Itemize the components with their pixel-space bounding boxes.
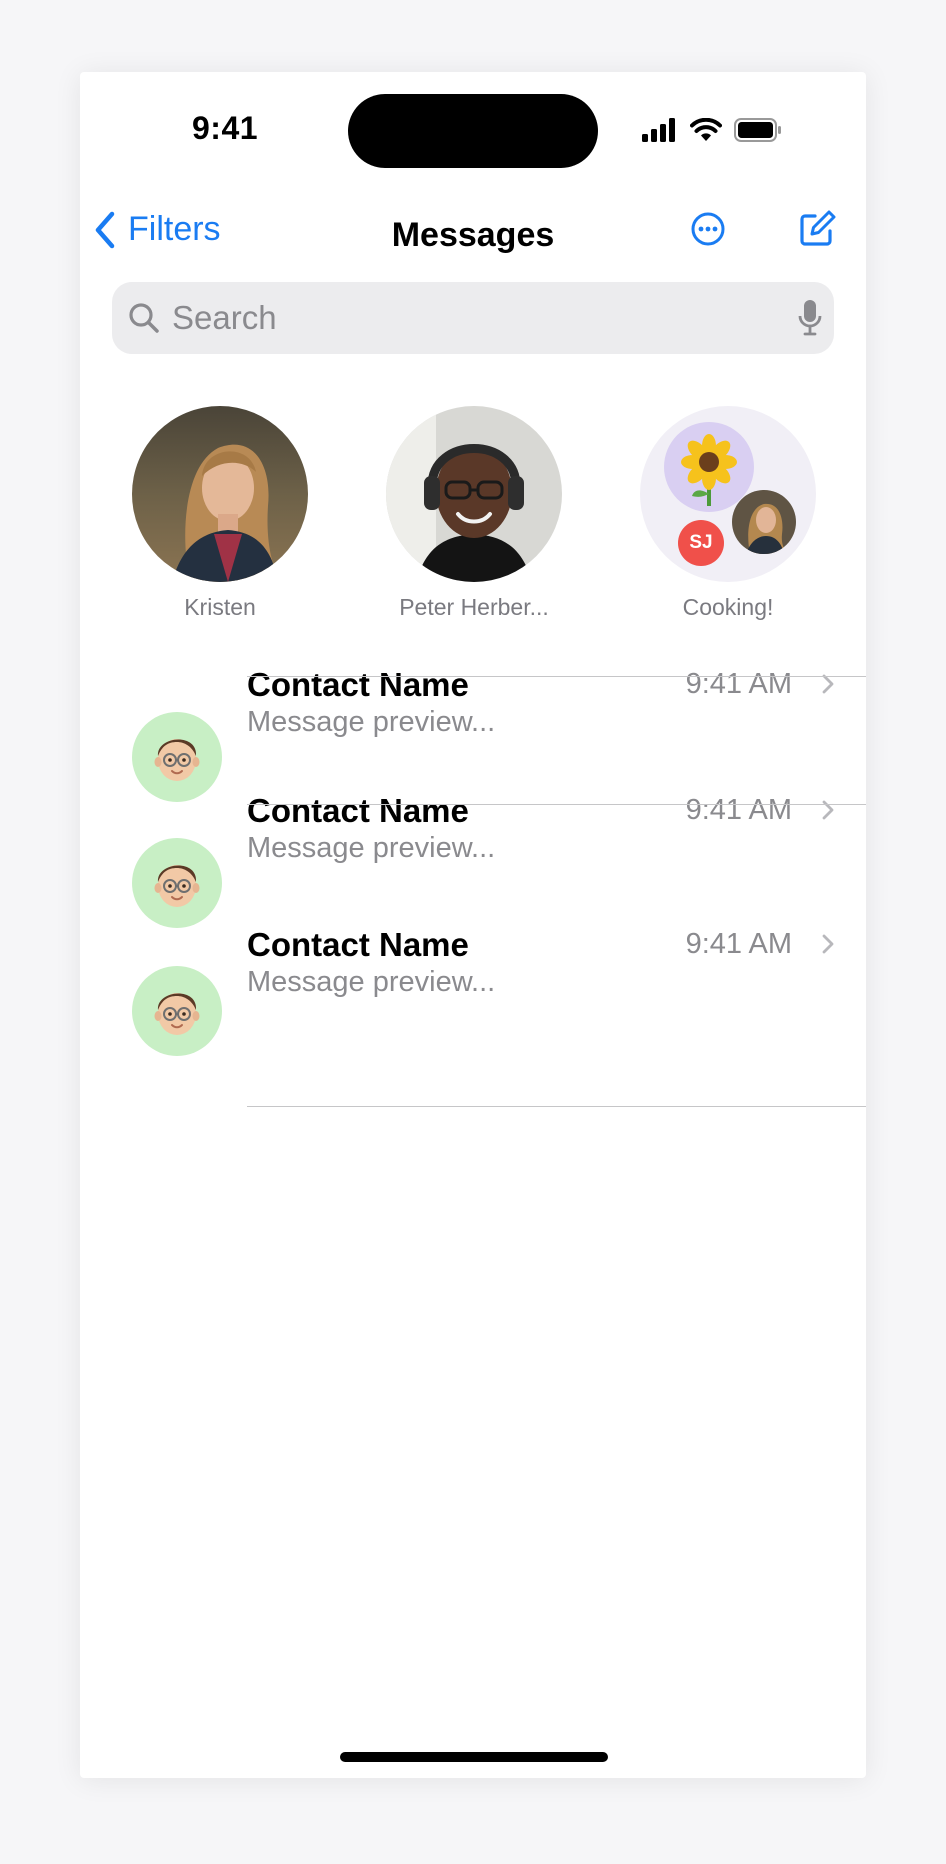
ellipsis-circle-icon: [691, 212, 725, 246]
signal-icon: [642, 118, 675, 142]
phone-screen: 9:41 Filters Messages Search Kristen Pet…: [80, 72, 866, 1778]
search-bar: [112, 282, 834, 354]
kristen-photo: [132, 406, 308, 582]
contact-avatar: [132, 712, 222, 802]
search-input[interactable]: [170, 298, 754, 338]
chevron-right-icon: [822, 800, 834, 820]
contact-avatar: [132, 966, 222, 1056]
home-indicator[interactable]: [340, 1752, 608, 1762]
pinned-name: Cooking!: [682, 594, 774, 620]
pinned-name: Kristen: [184, 594, 256, 620]
more-options-button[interactable]: [691, 212, 725, 251]
status-icons: [642, 116, 782, 144]
avatar: [386, 406, 562, 582]
member-initials-badge: SJ: [678, 520, 724, 566]
pinned-name: Peter Herber...: [399, 594, 549, 620]
contact-avatar: [132, 838, 222, 928]
group-avatar: SJ: [640, 406, 816, 582]
compose-button[interactable]: [798, 210, 836, 253]
contact-name: Contact Name: [247, 926, 469, 963]
message-time: 9:41 AM: [685, 794, 792, 826]
message-time: 9:41 AM: [685, 928, 792, 960]
message-preview: Message preview...: [247, 706, 496, 738]
chevron-right-icon: [822, 934, 834, 954]
member-avatar: [732, 490, 796, 554]
memoji-icon: [154, 739, 200, 781]
conversation-row[interactable]: Contact Name Message preview... 9:41 AM: [80, 926, 866, 1082]
wifi-icon: [690, 118, 722, 141]
compose-icon: [800, 210, 836, 246]
microphone-icon[interactable]: [798, 298, 822, 338]
contact-name: Contact Name: [247, 666, 469, 703]
memoji-icon: [154, 865, 200, 907]
status-time: 9:41: [192, 110, 259, 146]
row-divider: [247, 1106, 866, 1107]
memoji-icon: [154, 993, 200, 1035]
dynamic-island: [348, 94, 598, 168]
battery-icon: [734, 118, 781, 142]
pinned-conversation-kristen[interactable]: Kristen: [132, 406, 308, 621]
message-preview: Message preview...: [247, 832, 496, 864]
page-title: Messages: [391, 216, 555, 254]
peter-photo: [386, 406, 562, 582]
search-icon: [129, 303, 159, 333]
row-divider: [247, 676, 866, 677]
message-time: 9:41 AM: [685, 668, 792, 700]
chevron-right-icon: [822, 674, 834, 694]
pinned-conversation-cooking[interactable]: SJ Cooking!: [640, 406, 816, 621]
row-divider: [247, 804, 866, 805]
contact-name: Contact Name: [247, 792, 469, 829]
message-preview: Message preview...: [247, 966, 496, 998]
avatar: [132, 406, 308, 582]
member-photo: [732, 490, 796, 554]
pinned-conversation-peter[interactable]: Peter Herber...: [386, 406, 562, 621]
